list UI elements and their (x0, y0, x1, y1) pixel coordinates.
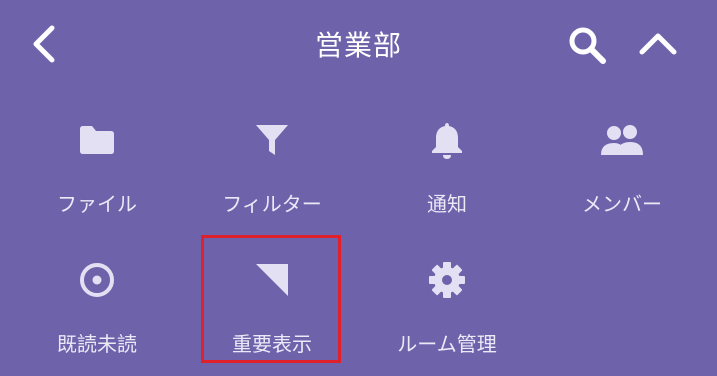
menu-item-file[interactable]: ファイル (11, 100, 183, 230)
menu-item-read-status[interactable]: 既読未読 (11, 240, 183, 370)
menu-item-label: ルーム管理 (397, 332, 497, 356)
menu-item-label: ファイル (57, 192, 137, 216)
search-button[interactable] (566, 24, 608, 66)
radio-target-icon (80, 263, 114, 297)
menu-item-notification[interactable]: 通知 (361, 100, 533, 230)
people-icon (601, 125, 643, 155)
menu-item-label: 通知 (427, 192, 467, 216)
corner-flag-icon (256, 264, 288, 296)
menu-item-important[interactable]: 重要表示 (186, 240, 358, 370)
menu-item-room-settings[interactable]: ルーム管理 (361, 240, 533, 370)
gear-icon (429, 262, 465, 298)
menu-item-label: フィルター (222, 192, 322, 216)
page-title: 営業部 (314, 29, 402, 62)
folder-icon (80, 126, 114, 154)
menu-item-members[interactable]: メンバー (536, 100, 708, 230)
chevron-up-icon (639, 33, 677, 55)
menu-item-filter[interactable]: フィルター (186, 100, 358, 230)
search-icon (569, 27, 606, 64)
bell-icon (432, 123, 462, 159)
menu-item-label: 既読未読 (57, 332, 137, 356)
collapse-button[interactable] (636, 26, 680, 62)
menu-item-label: 重要表示 (232, 332, 312, 356)
menu-item-label: メンバー (582, 192, 662, 216)
header-bar: 営業部 (0, 0, 717, 90)
filter-icon (256, 125, 288, 155)
